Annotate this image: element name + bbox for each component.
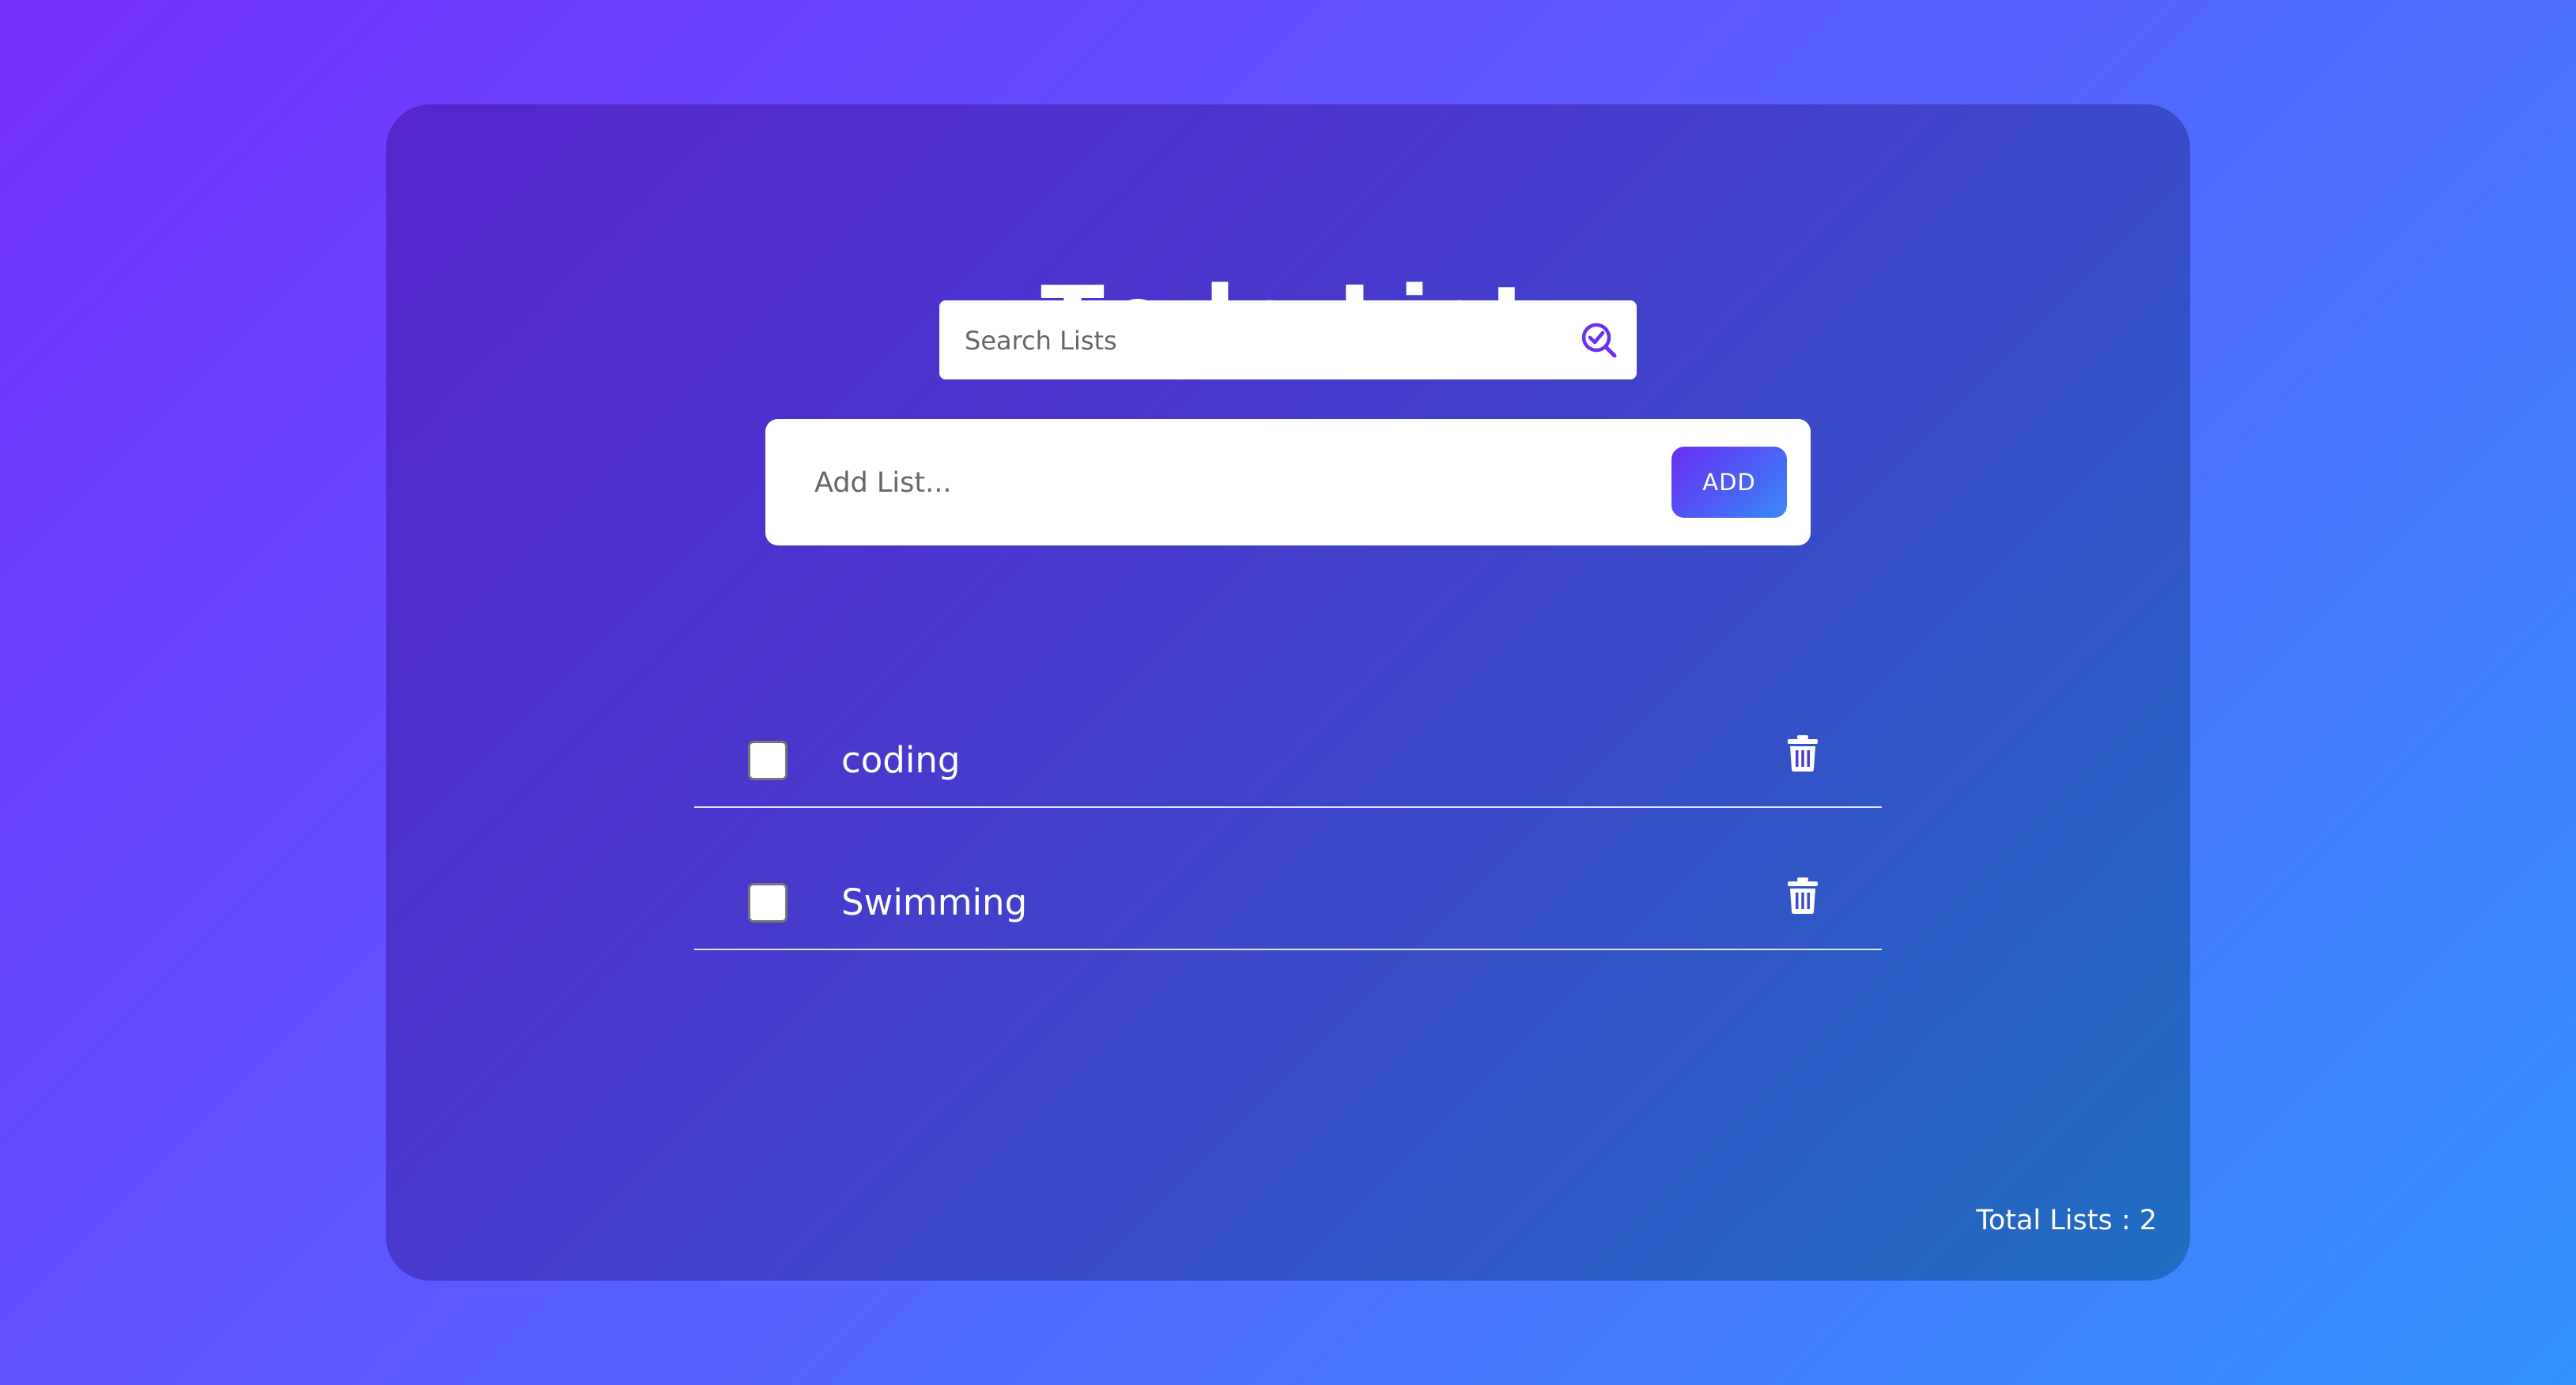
item-checkbox[interactable] bbox=[748, 741, 788, 780]
add-list-form: ADD bbox=[765, 419, 1811, 547]
item-label: Swimming bbox=[841, 881, 1028, 923]
add-list-input[interactable] bbox=[813, 419, 1654, 547]
add-button[interactable]: ADD bbox=[1671, 447, 1787, 518]
item-checkbox[interactable] bbox=[748, 883, 788, 923]
list-item: coding bbox=[694, 689, 1882, 808]
todo-list: coding Swimming bbox=[694, 689, 1882, 974]
trash-icon[interactable] bbox=[1787, 877, 1819, 914]
trash-icon[interactable] bbox=[1787, 735, 1819, 772]
search-bar bbox=[939, 300, 1637, 381]
item-label: coding bbox=[841, 739, 961, 781]
list-item: Swimming bbox=[694, 832, 1882, 950]
search-input[interactable] bbox=[963, 300, 1567, 381]
todo-card: T do List ADD coding bbox=[386, 104, 2190, 1281]
search-check-icon[interactable] bbox=[1580, 321, 1619, 360]
total-lists-count: Total Lists : 2 bbox=[1976, 1205, 2157, 1236]
